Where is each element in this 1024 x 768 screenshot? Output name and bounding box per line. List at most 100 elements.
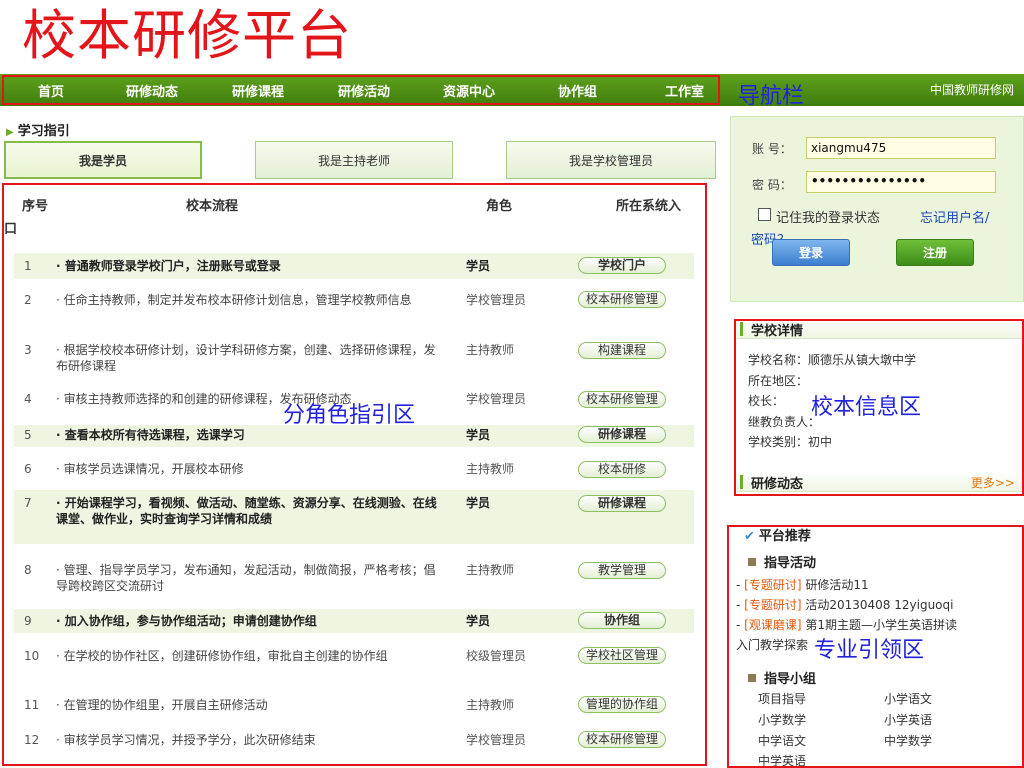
table-row: 8 · 管理、指导学员学习，发布通知，发起活动，制做简报，严格考核；倡导跨校跨区… — [14, 560, 694, 596]
more-link[interactable]: 更多>> — [971, 474, 1015, 491]
activity-tag[interactable]: [专题研讨] — [744, 578, 801, 592]
guide-title-text: 学习指引 — [17, 124, 70, 139]
activity-text[interactable]: 活动20130408 12yiguoqi — [805, 598, 953, 612]
groups-title-text: 指导小组 — [764, 672, 817, 687]
nav-home[interactable]: 首页 — [38, 81, 64, 100]
activity-tag[interactable]: [专题研讨] — [744, 598, 801, 612]
group-item[interactable]: 中学语文 — [758, 732, 806, 749]
annotation-guide: 分角色指引区 — [283, 403, 416, 428]
row-num: 2 — [24, 293, 32, 307]
account-input[interactable] — [806, 137, 996, 159]
school-name: 学校名称：顺德乐从镇大墩中学 — [748, 353, 917, 367]
nav-groups[interactable]: 协作组 — [558, 81, 597, 100]
site-brand-label[interactable]: 中国教师研修网 — [930, 81, 1014, 98]
table-row: 2 · 任命主持教师，制定并发布校本研修计划信息，管理学校教师信息 学校管理员 … — [14, 290, 694, 326]
activity-item[interactable]: - [观课磨课] 第1期主题—小学生英语拼读 — [736, 616, 957, 633]
header-process: 校本流程 — [186, 199, 239, 214]
square-icon — [748, 558, 756, 566]
nav-resources[interactable]: 资源中心 — [443, 81, 495, 100]
forgot-link[interactable]: 忘记用户名/ — [920, 207, 989, 226]
entry-button[interactable]: 校本研修 — [578, 461, 666, 478]
triangle-icon: ▶ — [6, 127, 14, 138]
row-num: 11 — [24, 698, 40, 712]
group-item[interactable]: 小学英语 — [884, 711, 932, 728]
row-role: 学员 — [466, 496, 491, 510]
row-role: 主持教师 — [466, 343, 515, 357]
nav-activities[interactable]: 研修活动 — [338, 81, 390, 100]
dynamics-panel-header: 研修动态 更多>> — [737, 472, 1023, 492]
nav-courses[interactable]: 研修课程 — [232, 81, 284, 100]
entry-button[interactable]: 学校社区管理 — [578, 647, 666, 664]
group-item[interactable]: 小学数学 — [758, 711, 806, 728]
table-row: 11 · 在管理的协作组里，开展自主研修活动 主持教师 管理的协作组 — [14, 696, 694, 726]
school-type: 学校类别：初中 — [748, 435, 833, 449]
row-desc: · 在管理的协作组里，开展自主研修活动 — [56, 698, 268, 712]
school-title: 学校详情 — [751, 324, 804, 339]
row-desc: · 加入协作组，参与协作组活动；申请创建协作组 — [56, 614, 317, 628]
table-row: 7 · 开始课程学习，看视频、做活动、随堂练、资源分享、在线测验、在线课堂、做作… — [14, 490, 694, 544]
dynamics-title: 研修动态 — [751, 477, 804, 492]
row-desc: · 开始课程学习，看视频、做活动、随堂练、资源分享、在线测验、在线课堂、做作业，… — [56, 496, 437, 526]
entry-button[interactable]: 构建课程 — [578, 342, 666, 359]
annotation-school: 校本信息区 — [811, 395, 922, 420]
row-desc: · 查看本校所有待选课程，选课学习 — [56, 428, 245, 442]
group-item[interactable]: 中学英语 — [758, 752, 806, 768]
row-role: 学校管理员 — [466, 733, 527, 747]
remember-label[interactable]: 记住我的登录状态 — [776, 207, 880, 226]
row-desc: · 根据学校校本研修计划，设计学科研修方案，创建、选择研修课程，发布研修课程 — [56, 343, 436, 373]
school-region: 所在地区： — [748, 374, 809, 388]
entry-button[interactable]: 协作组 — [578, 612, 666, 629]
row-role: 学员 — [466, 614, 491, 628]
tab-host-teacher[interactable]: 我是主持老师 — [255, 141, 453, 179]
entry-button[interactable]: 校本研修管理 — [578, 391, 666, 408]
entry-button[interactable]: 研修课程 — [578, 495, 666, 512]
password-input[interactable]: ••••••••••••••• — [806, 171, 996, 193]
entry-button[interactable]: 校本研修管理 — [578, 731, 666, 748]
entry-button[interactable]: 管理的协作组 — [578, 696, 666, 713]
group-item[interactable]: 项目指导 — [758, 690, 806, 707]
school-principal: 校长： — [748, 394, 785, 408]
header-role: 角色 — [486, 199, 513, 214]
entry-button[interactable]: 研修课程 — [578, 426, 666, 443]
activities-title-text: 指导活动 — [764, 556, 817, 571]
row-desc: · 管理、指导学员学习，发布通知，发起活动，制做简报，严格考核；倡导跨校跨区交流… — [56, 563, 436, 593]
group-item[interactable]: 中学数学 — [884, 732, 932, 749]
annotation-leading: 专业引领区 — [814, 638, 925, 663]
row-desc: · 审核学员选课情况，开展校本研修 — [56, 462, 244, 476]
activity-item[interactable]: - [专题研讨] 研修活动11 — [736, 576, 869, 593]
row-num: 6 — [24, 462, 32, 476]
entry-button[interactable]: 校本研修管理 — [578, 291, 666, 308]
tab-school-admin[interactable]: 我是学校管理员 — [506, 141, 716, 179]
table-row: 9 · 加入协作组，参与协作组活动；申请创建协作组 学员 协作组 — [14, 609, 694, 633]
bar-icon — [740, 322, 743, 336]
nav-dynamics[interactable]: 研修动态 — [126, 81, 178, 100]
account-label: 账 号： — [752, 142, 792, 156]
row-num: 12 — [24, 733, 40, 747]
register-button[interactable]: 注册 — [896, 239, 974, 266]
group-item[interactable]: 小学语文 — [884, 690, 932, 707]
entry-button[interactable]: 学校门户 — [578, 257, 666, 274]
tab-student[interactable]: 我是学员 — [4, 141, 202, 179]
activity-item-wrap[interactable]: 入门教学探索 — [736, 636, 808, 653]
recommend-title: ✔ 平台推荐 — [744, 525, 811, 544]
remember-checkbox[interactable] — [758, 208, 771, 221]
login-button[interactable]: 登录 — [772, 239, 850, 266]
row-num: 4 — [24, 392, 32, 406]
activities-title: 指导活动 — [748, 552, 816, 571]
nav-studio[interactable]: 工作室 — [665, 81, 704, 100]
activity-text[interactable]: 第1期主题—小学生英语拼读 — [805, 618, 957, 632]
entry-button[interactable]: 教学管理 — [578, 562, 666, 579]
row-role: 校级管理员 — [466, 649, 527, 663]
table-row: 3 · 根据学校校本研修计划，设计学科研修方案，创建、选择研修课程，发布研修课程… — [14, 342, 694, 378]
guide-title: ▶ 学习指引 — [6, 120, 70, 139]
row-role: 主持教师 — [466, 462, 515, 476]
table-row: 1 · 普通教师登录学校门户，注册账号或登录 学员 学校门户 — [14, 253, 694, 279]
table-row: 10 · 在学校的协作社区，创建研修协作组，审批自主创建的协作组 校级管理员 学… — [14, 646, 694, 682]
activity-tag[interactable]: [观课磨课] — [744, 618, 801, 632]
row-num: 8 — [24, 563, 32, 577]
row-role: 学校管理员 — [466, 293, 527, 307]
activity-text[interactable]: 研修活动11 — [805, 578, 868, 592]
activity-item[interactable]: - [专题研讨] 活动20130408 12yiguoqi — [736, 596, 953, 613]
header-entry: 所在系统入 — [616, 199, 682, 214]
groups-title: 指导小组 — [748, 668, 816, 687]
